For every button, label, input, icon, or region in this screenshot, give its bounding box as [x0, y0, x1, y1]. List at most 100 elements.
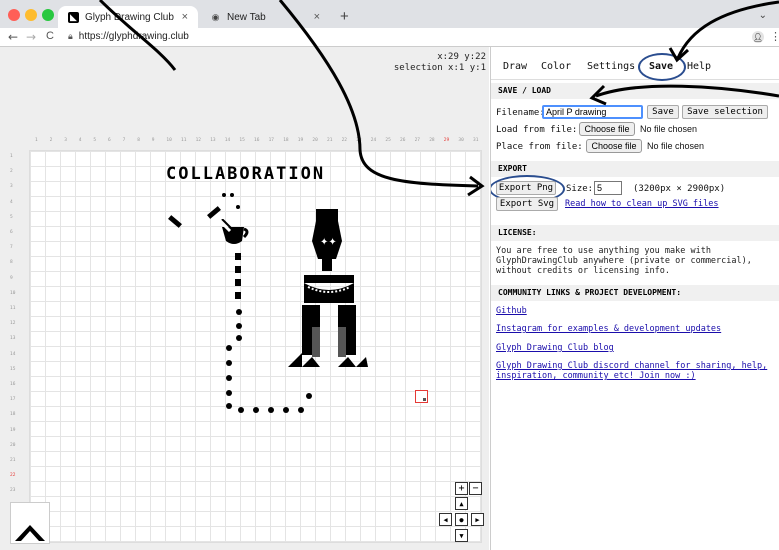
column-number: 30	[458, 138, 464, 143]
artwork-title-text: COLLABORATION	[166, 164, 326, 184]
tab-glyph-drawing-club[interactable]: ◣ Glyph Drawing Club ×	[58, 6, 198, 28]
instagram-link[interactable]: Instagram for examples & development upd…	[496, 324, 721, 334]
maximize-window-button[interactable]	[42, 9, 54, 21]
tab-label: New Tab	[227, 11, 266, 23]
column-number: 9	[151, 138, 155, 143]
chrome-favicon-icon: ◉	[211, 11, 220, 22]
kebab-menu-icon[interactable]: ⋮	[770, 30, 779, 43]
column-number: 22	[341, 138, 348, 143]
art-dash	[235, 292, 241, 299]
column-number: 17	[268, 138, 275, 143]
column-number: 8	[137, 138, 140, 143]
row-number: 10	[10, 290, 16, 296]
new-tab-button[interactable]: +	[340, 8, 349, 25]
pan-up-button[interactable]: ▲	[455, 497, 468, 510]
art-dot	[236, 309, 242, 315]
tab-draw[interactable]: Draw	[503, 61, 527, 72]
column-number: 11	[181, 138, 187, 143]
art-dash	[235, 253, 241, 260]
art-dot	[236, 323, 242, 329]
close-tab-icon[interactable]: ×	[314, 11, 320, 23]
discord-link[interactable]: Glyph Drawing Club discord channel for s…	[496, 361, 778, 381]
tab-search-chevron-icon[interactable]: ⌄	[759, 10, 767, 21]
minimize-window-button[interactable]	[25, 9, 37, 21]
art-dot	[226, 345, 232, 351]
load-no-file-text: No file chosen	[640, 124, 698, 134]
blog-link[interactable]: Glyph Drawing Club blog	[496, 343, 614, 353]
profile-icon[interactable]: 👤︎	[752, 31, 764, 43]
save-button[interactable]: Save	[647, 105, 679, 119]
github-link[interactable]: Github	[496, 306, 527, 316]
glyph-preview-thumbnail[interactable]	[10, 502, 50, 544]
panel-tabs: Draw Color Settings Save Help	[491, 47, 779, 80]
tab-settings[interactable]: Settings	[587, 61, 635, 72]
annotation-circle-save-tab	[638, 53, 686, 81]
drawing-grid[interactable]	[29, 150, 482, 543]
art-dot	[298, 407, 304, 413]
row-number: 16	[10, 382, 16, 387]
tab-help[interactable]: Help	[687, 61, 711, 72]
browser-chrome: ◣ Glyph Drawing Club × ◉ New Tab × + ⌄ ←…	[0, 0, 779, 47]
column-number: 16	[254, 138, 260, 143]
row-number: 7	[10, 245, 13, 251]
filename-label: Filename:	[496, 108, 545, 118]
column-number: 7	[122, 138, 126, 143]
svg-cleanup-link[interactable]: Read how to clean up SVG files	[565, 199, 719, 209]
filename-input[interactable]: April P drawing	[542, 105, 643, 119]
back-button[interactable]: ←	[8, 30, 18, 44]
load-choose-file-button[interactable]: Choose file	[579, 122, 635, 136]
art-dot	[222, 193, 226, 197]
zoom-out-button[interactable]: −	[469, 482, 482, 495]
column-number: 4	[78, 138, 82, 143]
selection-cursor[interactable]	[415, 390, 428, 403]
svg-text:✦✦: ✦✦	[320, 237, 337, 248]
export-size-note: (3200px × 2900px)	[633, 184, 726, 194]
close-tab-icon[interactable]: ×	[182, 11, 188, 23]
pan-down-button[interactable]: ▼	[455, 529, 468, 542]
row-number: 17	[10, 397, 16, 403]
row-number: 1	[10, 154, 13, 159]
export-size-input[interactable]: 5	[594, 181, 622, 195]
row-number: 12	[10, 321, 16, 327]
glyph-favicon-icon: ◣	[68, 11, 79, 23]
column-number: 14	[224, 138, 231, 143]
column-number: 26	[400, 138, 406, 143]
pan-right-button[interactable]: ▶	[471, 513, 484, 526]
row-number: 19	[10, 427, 16, 433]
size-label: Size:	[566, 184, 594, 194]
reload-button[interactable]: C	[46, 30, 54, 42]
art-dot	[236, 205, 240, 209]
place-choose-file-button[interactable]: Choose file	[586, 139, 642, 153]
save-load-heading: SAVE / LOAD	[491, 83, 779, 99]
lock-icon: 🔒︎	[68, 31, 73, 41]
forward-button[interactable]: →	[26, 30, 36, 44]
row-number: 14	[10, 351, 16, 357]
pan-center-button[interactable]: ●	[455, 513, 468, 526]
row-number: 6	[10, 230, 13, 235]
pan-left-button[interactable]: ◀	[439, 513, 452, 526]
row-number: 23	[10, 488, 16, 494]
address-bar[interactable]: 🔒︎ https://glyphdrawing.club	[68, 29, 628, 44]
license-heading: LICENSE:	[491, 225, 779, 241]
tab-color[interactable]: Color	[541, 61, 571, 72]
close-window-button[interactable]	[8, 9, 20, 21]
column-number: 23	[356, 138, 362, 143]
column-number: 15	[239, 138, 245, 143]
row-number: 5	[10, 214, 13, 220]
zoom-in-button[interactable]: +	[455, 482, 468, 495]
column-number: 20	[312, 138, 318, 143]
column-number: 10	[166, 138, 172, 143]
column-number: 6	[108, 138, 111, 143]
art-dot	[253, 407, 259, 413]
row-number: 21	[10, 458, 16, 463]
export-svg-button[interactable]: Export Svg	[496, 197, 558, 211]
column-number: 2	[49, 138, 53, 143]
load-file-label: Load from file:	[496, 125, 578, 135]
art-dot	[226, 390, 232, 396]
column-number: 24	[370, 138, 377, 143]
row-number: 4	[10, 199, 13, 205]
url-text: https://glyphdrawing.club	[78, 31, 189, 42]
row-number: 22	[10, 473, 16, 479]
save-selection-button[interactable]: Save selection	[682, 105, 768, 119]
tab-new-tab[interactable]: ◉ New Tab ×	[200, 6, 330, 28]
